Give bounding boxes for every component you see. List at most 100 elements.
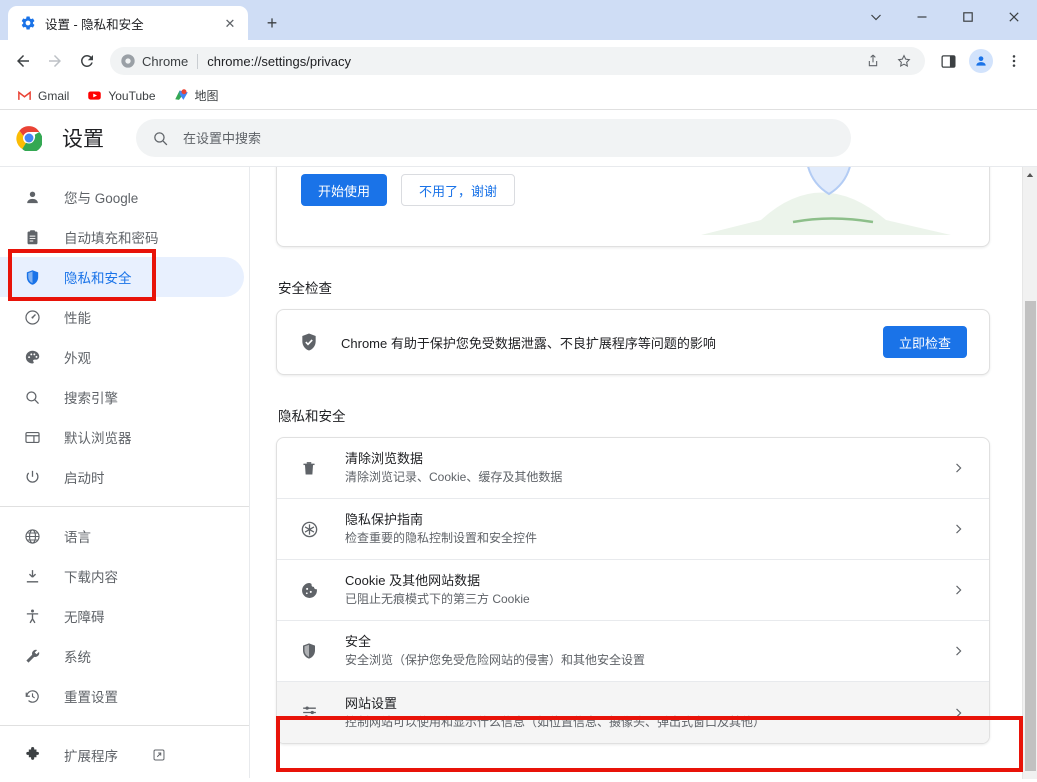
privacy-row-subtitle: 安全浏览（保护您免受危险网站的侵害）和其他安全设置 — [345, 652, 925, 669]
tab-close-icon[interactable]: ✕ — [220, 13, 240, 33]
sidebar-item-label: 自动填充和密码 — [64, 227, 159, 247]
page-title: 设置 — [62, 123, 104, 153]
maps-icon — [174, 88, 189, 103]
window-minimize-icon[interactable] — [899, 0, 945, 34]
omnibox-url[interactable]: chrome://settings/privacy — [207, 54, 857, 69]
new-tab-button[interactable]: + — [258, 9, 286, 37]
three-dot-menu-icon[interactable] — [999, 46, 1029, 76]
star-icon[interactable] — [889, 46, 919, 76]
palette-icon — [22, 347, 42, 367]
sidebar-item-downloads[interactable]: 下载内容 — [0, 556, 244, 596]
side-panel-icon[interactable] — [933, 46, 963, 76]
check-now-button[interactable]: 立即检查 — [883, 326, 967, 358]
avatar-icon — [974, 54, 988, 68]
sidebar-item-you-and-google[interactable]: 您与 Google — [0, 177, 244, 217]
privacy-row-subtitle: 已阻止无痕模式下的第三方 Cookie — [345, 591, 925, 608]
chrome-chip-icon — [120, 53, 136, 69]
tab-title: 设置 - 隐私和安全 — [45, 14, 220, 33]
sidebar-item-label: 性能 — [64, 307, 91, 327]
safety-check-card[interactable]: Chrome 有助于保护您免受数据泄露、不良扩展程序等问题的影响 立即检查 — [276, 309, 990, 375]
privacy-row-title: 隐私保护指南 — [345, 511, 925, 529]
no-thanks-button[interactable]: 不用了，谢谢 — [401, 174, 515, 206]
scrollbar-up-arrow[interactable] — [1023, 167, 1037, 182]
privacy-row-title: 安全 — [345, 633, 925, 651]
sidebar-item-label: 搜索引擎 — [64, 387, 118, 407]
sidebar-item-label: 外观 — [64, 347, 91, 367]
omnibox-actions — [857, 46, 919, 76]
sidebar-item-system[interactable]: 系统 — [0, 636, 244, 676]
safety-check-section-label: 安全检查 — [278, 277, 990, 297]
profile-avatar[interactable] — [969, 49, 993, 73]
sidebar-divider — [0, 506, 249, 507]
chevron-right-icon — [951, 522, 967, 536]
page-scrollbar[interactable] — [1022, 167, 1037, 779]
chevron-right-icon — [951, 706, 967, 720]
privacy-guide-promo-card: 开始使用 不用了，谢谢 — [276, 167, 990, 247]
sidebar-item-label: 系统 — [64, 646, 91, 666]
sidebar-item-languages[interactable]: 语言 — [0, 516, 244, 556]
sidebar-item-privacy-security[interactable]: 隐私和安全 — [0, 257, 244, 297]
sidebar-item-label: 您与 Google — [64, 187, 138, 207]
privacy-row-text: 清除浏览数据 清除浏览记录、Cookie、缓存及其他数据 — [345, 450, 925, 486]
back-button[interactable] — [8, 46, 38, 76]
privacy-row-cookies[interactable]: Cookie 及其他网站数据 已阻止无痕模式下的第三方 Cookie — [277, 560, 989, 621]
bookmark-gmail[interactable]: Gmail — [10, 85, 76, 106]
get-started-button[interactable]: 开始使用 — [301, 174, 387, 206]
privacy-row-title: 网站设置 — [345, 695, 925, 713]
bookmark-maps[interactable]: 地图 — [167, 84, 226, 107]
speedometer-icon — [22, 307, 42, 327]
sidebar-item-label: 下载内容 — [64, 566, 118, 586]
sidebar-item-appearance[interactable]: 外观 — [0, 337, 244, 377]
sidebar-item-label: 隐私和安全 — [64, 267, 132, 287]
gmail-icon — [17, 88, 32, 103]
privacy-row-subtitle: 清除浏览记录、Cookie、缓存及其他数据 — [345, 469, 925, 486]
privacy-row-text: 网站设置 控制网站可以使用和显示什么信息（如位置信息、摄像头、弹出式窗口及其他） — [345, 695, 925, 731]
window-close-icon[interactable] — [991, 0, 1037, 34]
shield-icon — [299, 641, 319, 661]
privacy-guide-icon — [299, 519, 319, 539]
privacy-row-subtitle: 检查重要的隐私控制设置和安全控件 — [345, 530, 925, 547]
privacy-row-title: 清除浏览数据 — [345, 450, 925, 468]
accessibility-icon — [22, 606, 42, 626]
privacy-section-label: 隐私和安全 — [278, 405, 990, 425]
address-bar[interactable]: Chrome chrome://settings/privacy — [110, 47, 925, 75]
search-input[interactable] — [183, 131, 835, 146]
window-chevron-down-icon[interactable] — [853, 0, 899, 34]
browser-tab[interactable]: 设置 - 隐私和安全 ✕ — [8, 6, 248, 40]
clipboard-icon — [22, 227, 42, 247]
download-icon — [22, 566, 42, 586]
sidebar-item-performance[interactable]: 性能 — [0, 297, 244, 337]
reload-button[interactable] — [72, 46, 102, 76]
globe-icon — [22, 526, 42, 546]
bookmark-label: YouTube — [108, 89, 155, 103]
privacy-row-security[interactable]: 安全 安全浏览（保护您免受危险网站的侵害）和其他安全设置 — [277, 621, 989, 682]
cookie-icon — [299, 580, 319, 600]
privacy-row-subtitle: 控制网站可以使用和显示什么信息（如位置信息、摄像头、弹出式窗口及其他） — [345, 714, 925, 731]
settings-search[interactable] — [136, 119, 851, 157]
forward-button[interactable] — [40, 46, 70, 76]
omnibox-chrome-chip: Chrome — [120, 53, 188, 69]
scrollbar-thumb[interactable] — [1025, 301, 1036, 771]
sidebar-item-autofill[interactable]: 自动填充和密码 — [0, 217, 244, 257]
privacy-row-site-settings[interactable]: 网站设置 控制网站可以使用和显示什么信息（如位置信息、摄像头、弹出式窗口及其他） — [277, 682, 989, 743]
wrench-icon — [22, 646, 42, 666]
privacy-row-clear-browsing-data[interactable]: 清除浏览数据 清除浏览记录、Cookie、缓存及其他数据 — [277, 438, 989, 499]
window-maximize-icon[interactable] — [945, 0, 991, 34]
sidebar-item-extensions[interactable]: 扩展程序 — [0, 735, 244, 775]
youtube-icon — [87, 88, 102, 103]
bookmark-youtube[interactable]: YouTube — [80, 85, 162, 106]
sidebar-item-search-engine[interactable]: 搜索引擎 — [0, 377, 244, 417]
share-icon[interactable] — [857, 46, 887, 76]
omnibox-chrome-label: Chrome — [142, 54, 188, 69]
sidebar-item-reset-settings[interactable]: 重置设置 — [0, 676, 244, 716]
sidebar-divider-2 — [0, 725, 249, 726]
privacy-row-privacy-guide[interactable]: 隐私保护指南 检查重要的隐私控制设置和安全控件 — [277, 499, 989, 560]
magnifier-icon — [22, 387, 42, 407]
bookmarks-bar: Gmail YouTube 地图 — [0, 82, 1037, 110]
browser-window-icon — [22, 427, 42, 447]
safety-check-text: Chrome 有助于保护您免受数据泄露、不良扩展程序等问题的影响 — [341, 333, 861, 352]
sidebar-item-default-browser[interactable]: 默认浏览器 — [0, 417, 244, 457]
search-icon — [152, 130, 169, 147]
sidebar-item-accessibility[interactable]: 无障碍 — [0, 596, 244, 636]
sidebar-item-on-startup[interactable]: 启动时 — [0, 457, 244, 497]
